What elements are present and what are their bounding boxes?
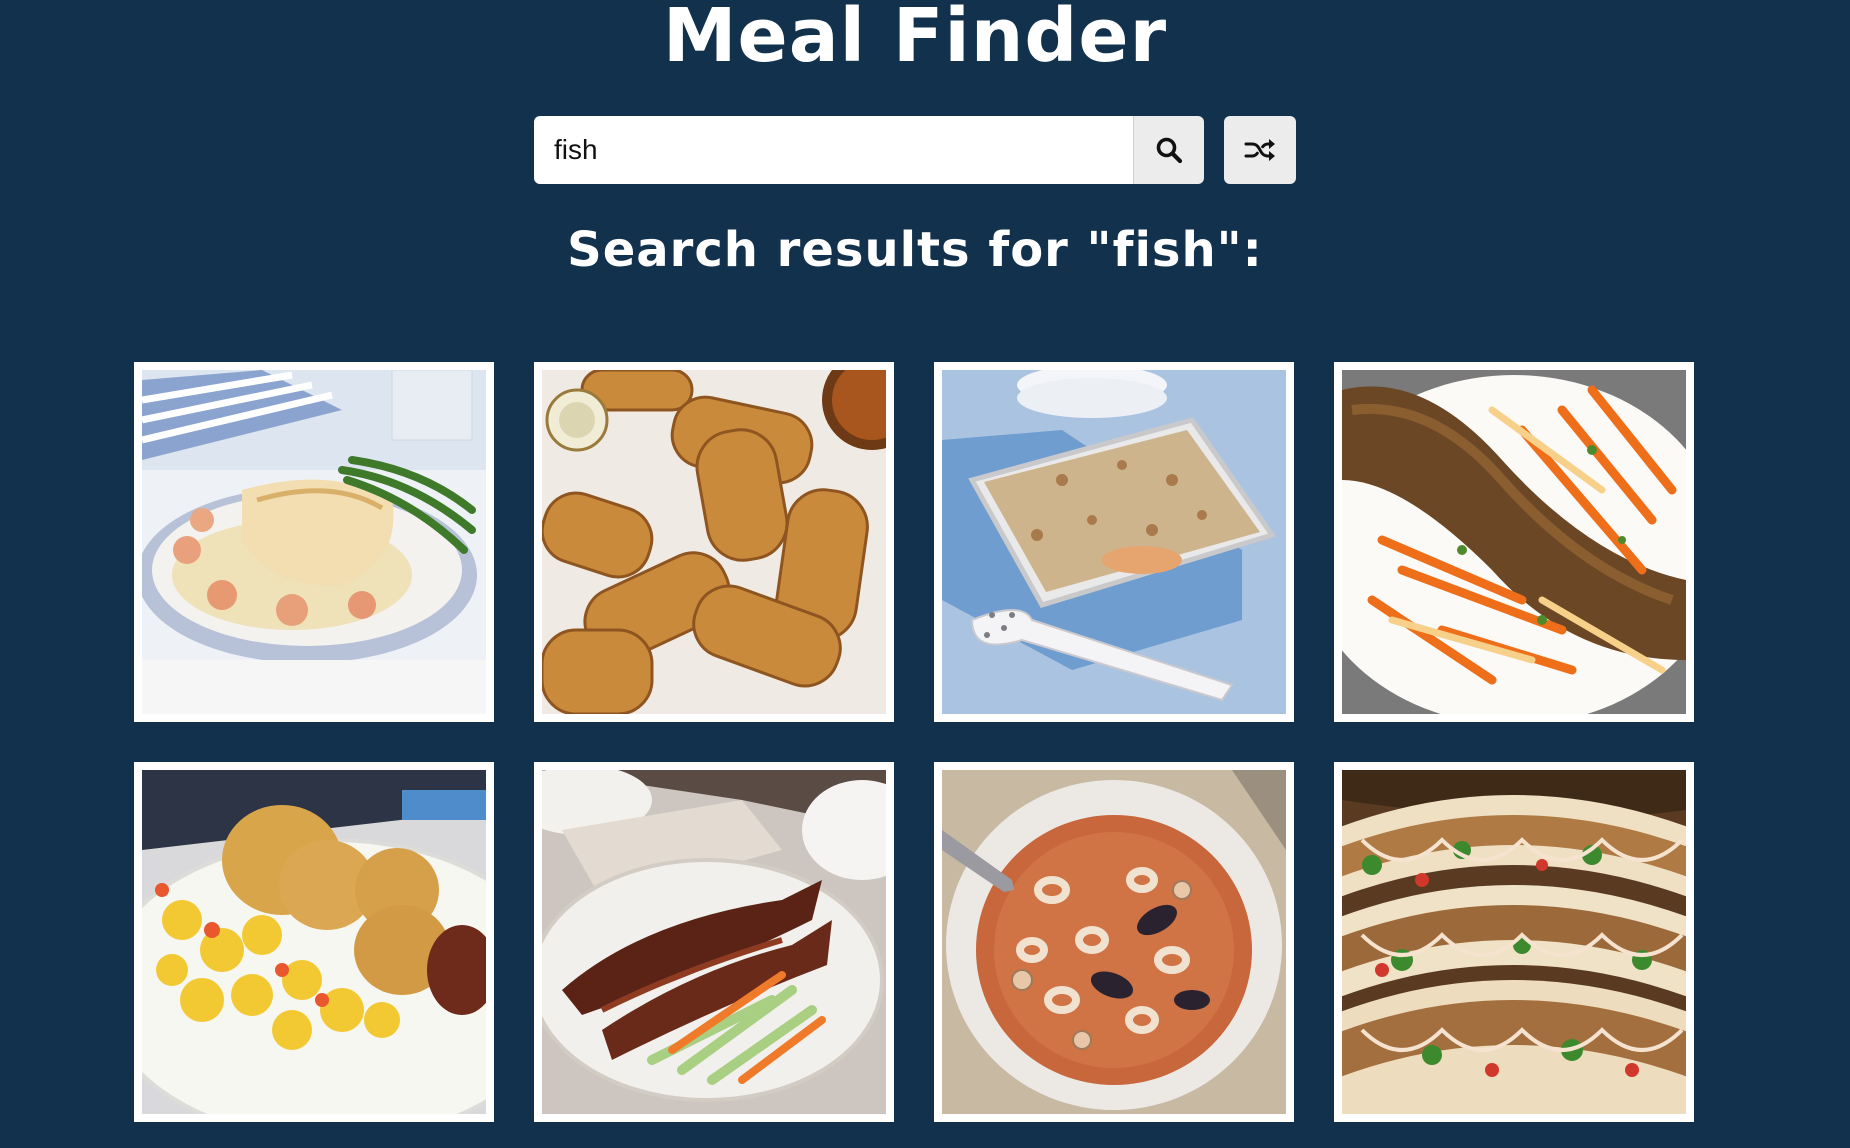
search-icon <box>1156 137 1183 164</box>
results-heading: Search results for "fish": <box>567 222 1263 278</box>
search-form <box>534 116 1204 184</box>
fried-fish-carrots-image <box>1342 370 1686 714</box>
meal-card[interactable] <box>1334 762 1694 1122</box>
search-input[interactable] <box>534 116 1134 184</box>
app-title: Meal Finder <box>662 0 1168 79</box>
meal-card[interactable] <box>134 362 494 722</box>
fish-gratin-image <box>942 370 1286 714</box>
meal-card[interactable] <box>1334 362 1694 722</box>
fish-croquettes-image <box>542 370 886 714</box>
meal-card[interactable] <box>934 762 1294 1122</box>
grilled-fish-plate-image <box>542 770 886 1114</box>
seafood-stew-image <box>942 770 1286 1114</box>
meal-card[interactable] <box>534 362 894 722</box>
saltfish-ackee-image <box>142 770 486 1114</box>
fish-tacos-image <box>1342 770 1686 1114</box>
meal-card[interactable] <box>534 762 894 1122</box>
fish-pie-image <box>142 370 486 714</box>
search-button[interactable] <box>1133 116 1204 184</box>
random-meal-button[interactable] <box>1224 116 1296 184</box>
meal-card[interactable] <box>934 362 1294 722</box>
shuffle-icon <box>1244 139 1275 161</box>
meal-card[interactable] <box>134 762 494 1122</box>
meal-results-grid <box>134 362 1696 1122</box>
